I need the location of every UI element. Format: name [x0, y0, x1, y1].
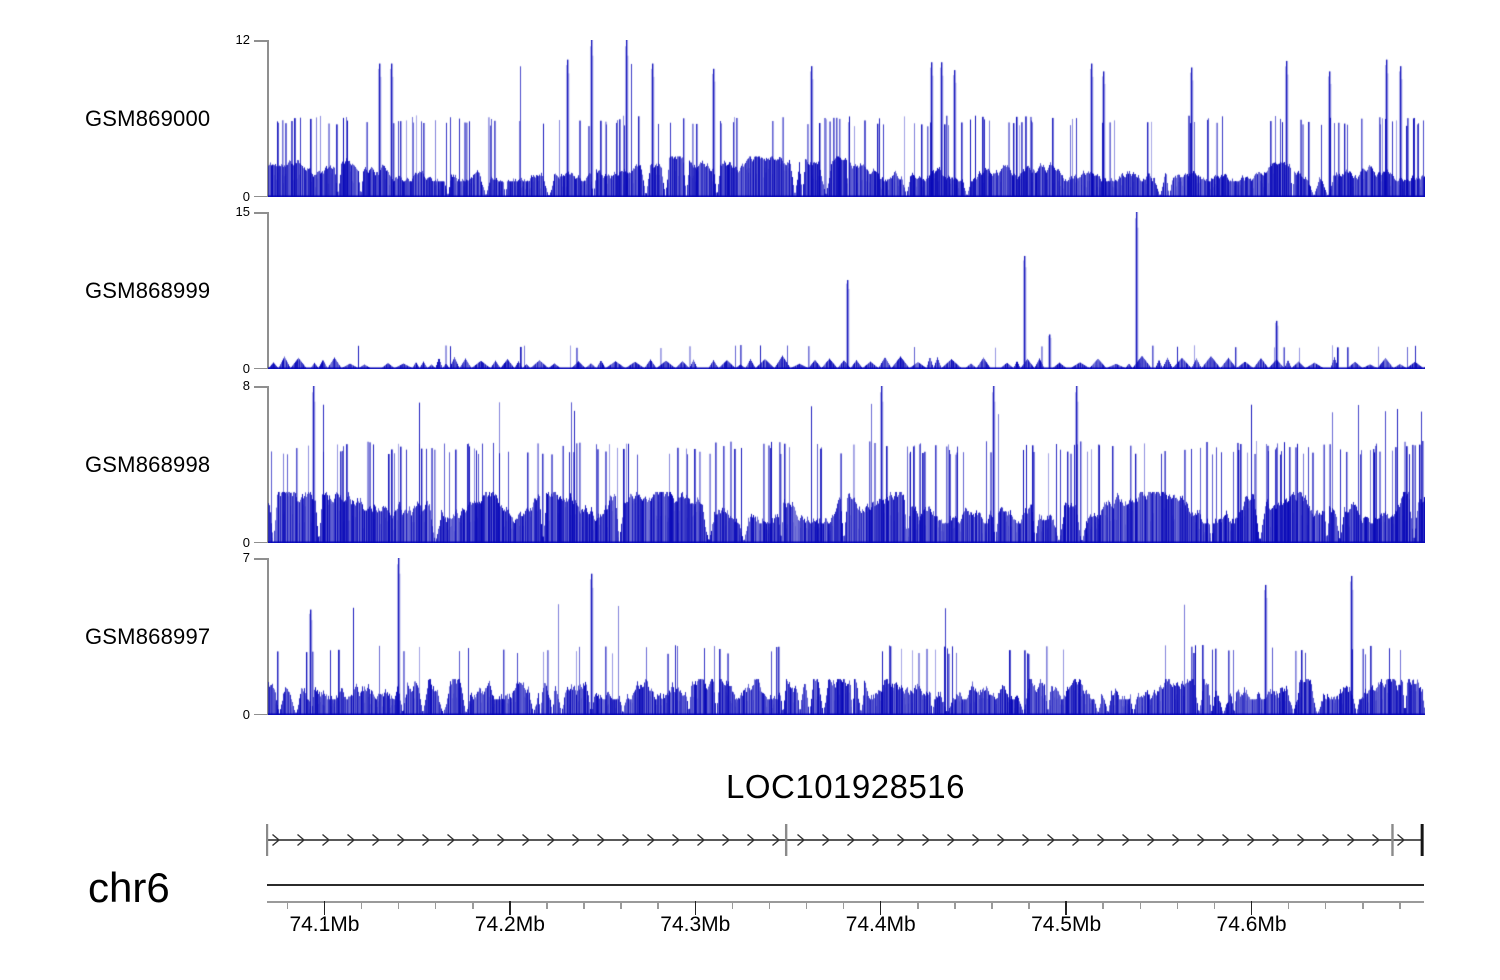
coverage-signal	[268, 558, 1425, 715]
axis-minor-tick	[1176, 901, 1179, 909]
coverage-track-2: GSM868999 15 0	[0, 204, 1500, 376]
axis-minor-tick	[434, 901, 437, 909]
axis-minor-tick	[583, 901, 585, 909]
axis-minor-tick	[1362, 901, 1364, 909]
chromosome-label: chr6	[88, 864, 170, 911]
axis-tick-label: 74.6Mb	[1216, 913, 1287, 936]
track-label: GSM868999	[85, 277, 211, 303]
track-label: GSM868998	[85, 451, 211, 477]
y-axis-top-tick	[254, 386, 268, 388]
axis-minor-tick	[991, 901, 993, 909]
axis-minor-tick	[731, 901, 734, 909]
y-axis-max-label: 7	[242, 550, 250, 565]
axis-minor-tick	[842, 901, 845, 909]
axis-minor-tick	[805, 901, 808, 909]
y-axis-top-tick	[254, 212, 268, 214]
axis-minor-tick	[1102, 901, 1104, 909]
coverage-signal	[268, 40, 1425, 197]
y-axis-max-label: 15	[235, 204, 250, 219]
axis-minor-tick	[1287, 901, 1290, 909]
axis-minor-tick	[1213, 901, 1216, 909]
axis-tick-label: 74.1Mb	[289, 913, 360, 936]
y-axis-max-label: 12	[235, 32, 250, 47]
axis-minor-tick	[360, 901, 363, 909]
axis-minor-tick	[397, 901, 400, 909]
y-axis-zero-label: 0	[242, 361, 250, 376]
y-axis-top-tick	[254, 40, 268, 42]
y-axis-max-label: 8	[242, 378, 250, 393]
track-label: GSM868997	[85, 623, 211, 649]
coverage-signal	[268, 386, 1425, 543]
y-axis-zero-tick	[254, 541, 268, 543]
gene-exon-mark	[1420, 824, 1424, 856]
axis-minor-tick	[1324, 901, 1327, 909]
axis-minor-tick	[657, 901, 659, 909]
axis-minor-tick	[954, 901, 956, 909]
axis-tick-label: 74.3Mb	[660, 913, 731, 936]
coverage-signal	[268, 212, 1425, 369]
gene-model-track	[266, 824, 1424, 856]
axis-minor-tick	[768, 901, 771, 909]
y-axis-zero-label: 0	[242, 707, 250, 722]
genome-browser-figure: GSM869000 12 0 GSM868999 15 0 GSM868998 …	[0, 0, 1500, 980]
axis-tick-label: 74.4Mb	[845, 913, 916, 936]
gene-name-title: LOC101928516	[725, 768, 966, 805]
gene-exon-mark	[266, 824, 269, 856]
y-axis-top-tick	[254, 558, 268, 560]
axis-minor-tick	[620, 901, 622, 909]
axis-minor-tick	[546, 901, 548, 909]
track-label: GSM869000	[85, 105, 211, 131]
y-axis-zero-tick	[254, 367, 268, 369]
axis-minor-tick	[1028, 901, 1030, 909]
axis-minor-tick	[472, 901, 474, 909]
gene-exon-mark	[784, 824, 788, 856]
coverage-track-3: GSM868998 8 0	[0, 378, 1500, 550]
y-axis-zero-label: 0	[242, 189, 250, 204]
gene-exon-mark	[1391, 824, 1394, 856]
coverage-track-4: GSM868997 7 0	[0, 550, 1500, 722]
y-axis-zero-tick	[254, 195, 268, 197]
axis-minor-tick	[286, 901, 289, 909]
axis-tick-label: 74.5Mb	[1031, 913, 1102, 936]
y-axis-zero-label: 0	[242, 535, 250, 550]
axis-minor-tick	[917, 901, 919, 909]
axis-tick-label: 74.2Mb	[474, 913, 545, 936]
axis-range-line	[267, 884, 1424, 886]
y-axis-zero-tick	[254, 713, 268, 715]
coverage-track-1: GSM869000 12 0	[0, 32, 1500, 204]
axis-minor-tick	[1399, 901, 1401, 909]
axis-minor-tick	[1139, 901, 1142, 909]
